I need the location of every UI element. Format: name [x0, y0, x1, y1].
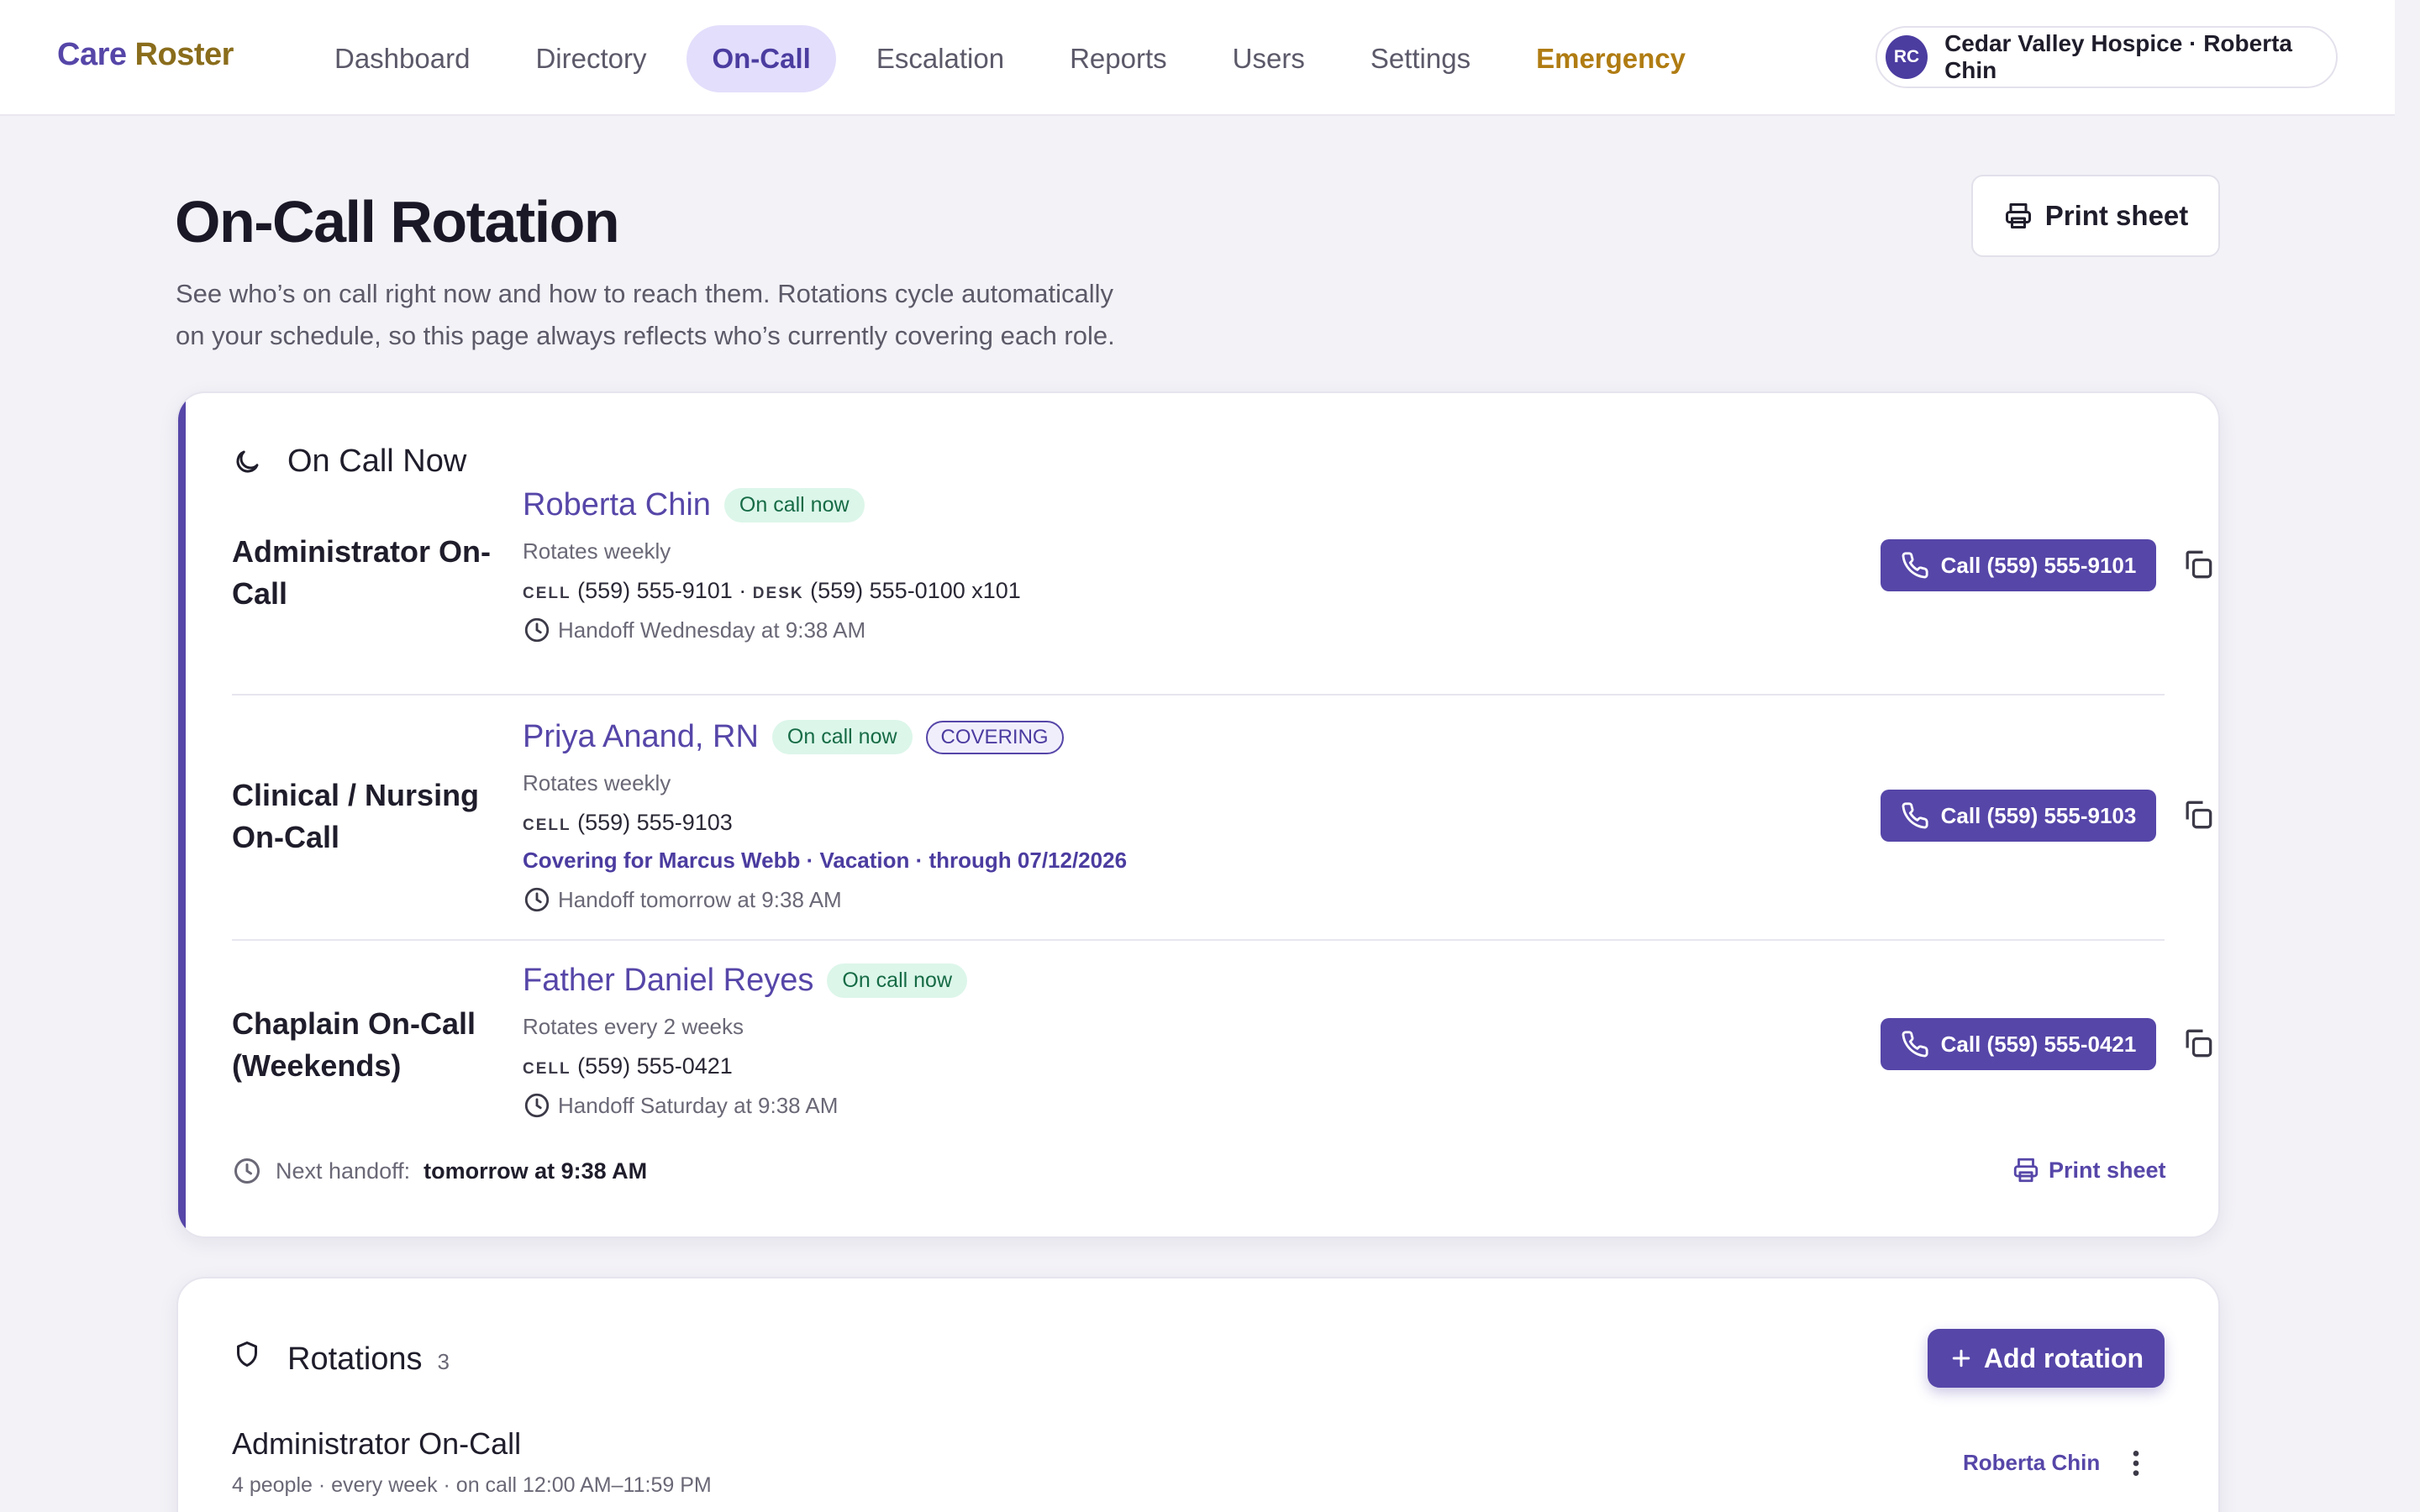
- person-name-link[interactable]: Father Daniel Reyes: [523, 963, 813, 999]
- main-nav: Dashboard Directory On-Call Escalation R…: [309, 25, 1726, 92]
- on-call-now-card: On Call Now Administrator On-Call Robert…: [176, 391, 2220, 1238]
- role-label: Chaplain On-Call (Weekends): [232, 1006, 476, 1083]
- printer-icon: [2003, 201, 2033, 231]
- status-badge: On call now: [827, 963, 968, 998]
- role-label: Administrator On-Call: [232, 534, 492, 611]
- nav-directory[interactable]: Directory: [510, 25, 671, 92]
- next-handoff: Next handoff: tomorrow at 9:38 AM: [232, 1156, 647, 1186]
- on-call-person: Father Daniel Reyes On call now Rotates …: [523, 963, 968, 1120]
- nav-on-call[interactable]: On-Call: [687, 25, 836, 92]
- on-call-now-header: On Call Now: [232, 444, 466, 480]
- cell-number: (559) 555-9101: [577, 578, 733, 603]
- rotation-frequency: Rotates weekly: [523, 538, 671, 564]
- covering-badge: COVERING: [925, 720, 1064, 754]
- next-handoff-value: tomorrow at 9:38 AM: [424, 1158, 648, 1184]
- phone-icon: [1901, 1030, 1929, 1058]
- covering-note: Covering for Marcus Webb · Vacation · th…: [523, 848, 1128, 873]
- print-sheet-button[interactable]: Print sheet: [1971, 175, 2220, 257]
- rotation-current-person[interactable]: Roberta Chin: [1963, 1450, 2100, 1476]
- handoff-time: Handoff Saturday at 9:38 AM: [523, 1091, 967, 1120]
- copy-icon[interactable]: [2180, 1025, 2217, 1062]
- add-rotation-button[interactable]: Add rotation: [1928, 1329, 2165, 1388]
- rotation-frequency: Rotates every 2 weeks: [523, 1014, 744, 1039]
- plus-icon: [1949, 1346, 1974, 1371]
- status-badge: On call now: [723, 488, 865, 522]
- contact-numbers: CELL (559) 555-9103: [523, 810, 1127, 836]
- shield-icon: [232, 1339, 262, 1369]
- call-button-label: Call (559) 555-0421: [1940, 1031, 2137, 1057]
- copy-icon[interactable]: [2180, 796, 2217, 833]
- page-description: See who’s on call right now and how to r…: [176, 279, 1115, 350]
- cell-tag: CELL: [523, 1060, 571, 1078]
- rotation-item-title[interactable]: Administrator On-Call: [232, 1426, 521, 1462]
- nav-escalation[interactable]: Escalation: [851, 25, 1029, 92]
- contact-numbers: CELL (559) 555-9101 · DESK (559) 555-010…: [523, 578, 1021, 604]
- cell-number: (559) 555-0421: [577, 1053, 733, 1079]
- role-label: Clinical / Nursing On-Call: [232, 778, 480, 854]
- on-call-row: Chaplain On-Call (Weekends) Father Danie…: [232, 941, 2212, 1149]
- phone-icon: [1901, 551, 1929, 580]
- page-title: On-Call Rotation: [175, 189, 620, 255]
- account-switcher[interactable]: RC Cedar Valley Hospice · Roberta Chin: [1876, 26, 2338, 88]
- nav-emergency[interactable]: Emergency: [1511, 25, 1711, 92]
- contact-numbers: CELL (559) 555-0421: [523, 1053, 967, 1079]
- person-name-link[interactable]: Priya Anand, RN: [523, 719, 759, 755]
- call-button[interactable]: Call (559) 555-0421: [1881, 1018, 2156, 1070]
- nav-dashboard[interactable]: Dashboard: [309, 25, 495, 92]
- person-name-link[interactable]: Roberta Chin: [523, 487, 711, 523]
- desk-tag: DESK: [752, 585, 804, 602]
- brand-logo-part-1: Care: [57, 37, 127, 72]
- nav-settings[interactable]: Settings: [1345, 25, 1496, 92]
- cell-number: (559) 555-9103: [577, 810, 733, 835]
- top-navigation-bar: Care Roster Dashboard Directory On-Call …: [0, 0, 2395, 116]
- handoff-label: Handoff tomorrow at 9:38 AM: [558, 886, 842, 912]
- separator-dot: ·: [739, 578, 747, 603]
- on-call-now-title: On Call Now: [287, 444, 467, 479]
- on-call-person: Priya Anand, RN On call now COVERING Rot…: [523, 719, 1127, 914]
- call-button-label: Call (559) 555-9101: [1940, 552, 2137, 578]
- avatar: RC: [1886, 35, 1928, 79]
- card-accent-bar: [178, 393, 186, 1236]
- handoff-label: Handoff Saturday at 9:38 AM: [558, 1092, 839, 1118]
- on-call-row: Clinical / Nursing On-Call Priya Anand, …: [232, 696, 2212, 941]
- clock-icon: [523, 1091, 551, 1120]
- print-sheet-link-label: Print sheet: [2049, 1157, 2166, 1183]
- rotations-card: Rotations 3 Add rotation Administrator O…: [176, 1277, 2220, 1512]
- clock-icon: [523, 885, 551, 914]
- print-sheet-link[interactable]: Print sheet: [2012, 1156, 2166, 1184]
- on-call-person: Roberta Chin On call now Rotates weekly …: [523, 487, 1021, 644]
- handoff-time: Handoff tomorrow at 9:38 AM: [523, 885, 1127, 914]
- account-label: Cedar Valley Hospice · Roberta Chin: [1944, 30, 2292, 83]
- clock-icon: [523, 616, 551, 644]
- cell-tag: CELL: [523, 816, 571, 834]
- nav-reports[interactable]: Reports: [1044, 25, 1192, 92]
- rotations-header: Rotations 3: [232, 1339, 450, 1378]
- rotation-item-meta: 4 people · every week · on call 12:00 AM…: [232, 1473, 712, 1497]
- rotations-title: Rotations: [287, 1341, 423, 1377]
- call-button[interactable]: Call (559) 555-9103: [1881, 790, 2156, 842]
- add-rotation-label: Add rotation: [1983, 1342, 2144, 1373]
- more-options-icon[interactable]: [2128, 1446, 2144, 1480]
- cell-tag: CELL: [523, 585, 571, 602]
- rotations-count: 3: [437, 1349, 450, 1374]
- clock-icon: [232, 1156, 262, 1186]
- call-button-label: Call (559) 555-9103: [1940, 802, 2137, 828]
- brand-logo-part-2: Roster: [126, 37, 234, 72]
- desk-number: (559) 555-0100 x101: [810, 578, 1021, 603]
- moon-icon: [232, 447, 262, 477]
- on-call-list: Administrator On-Call Roberta Chin On ca…: [232, 487, 2212, 1149]
- printer-icon: [2012, 1156, 2040, 1184]
- print-sheet-label: Print sheet: [2044, 200, 2189, 231]
- call-button[interactable]: Call (559) 555-9101: [1881, 539, 2156, 591]
- status-badge: On call now: [771, 720, 913, 754]
- brand-logo[interactable]: Care Roster: [57, 37, 234, 73]
- handoff-label: Handoff Wednesday at 9:38 AM: [558, 617, 866, 643]
- copy-icon[interactable]: [2180, 546, 2217, 583]
- on-call-row: Administrator On-Call Roberta Chin On ca…: [232, 487, 2212, 696]
- rotation-frequency: Rotates weekly: [523, 770, 671, 795]
- next-handoff-label: Next handoff:: [276, 1158, 411, 1184]
- phone-icon: [1901, 801, 1929, 830]
- nav-users[interactable]: Users: [1207, 25, 1330, 92]
- handoff-time: Handoff Wednesday at 9:38 AM: [523, 616, 1021, 644]
